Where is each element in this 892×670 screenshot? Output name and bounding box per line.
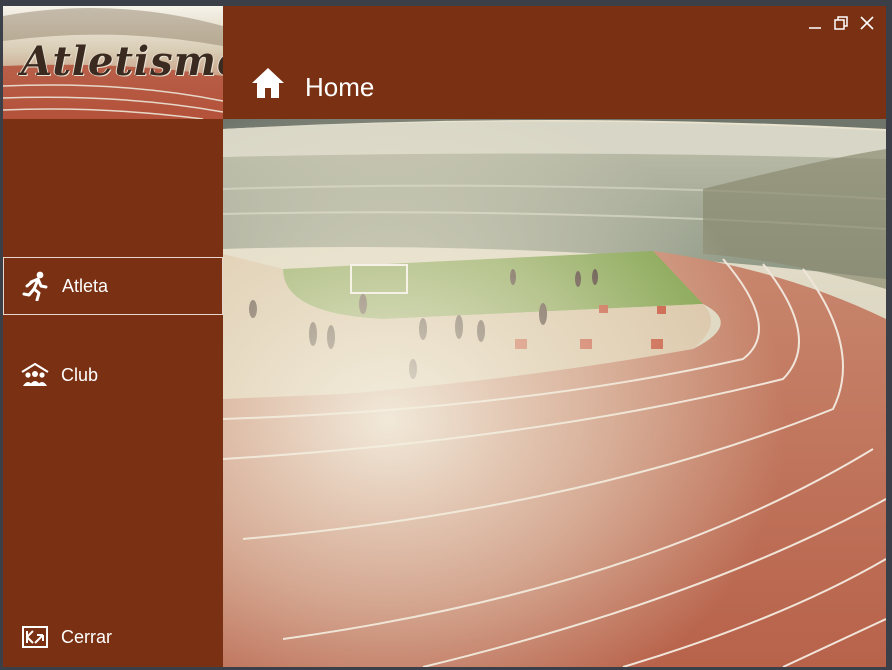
stadium-image — [223, 119, 886, 667]
window-controls — [806, 14, 876, 32]
exit-button[interactable]: Cerrar — [3, 608, 223, 666]
close-icon[interactable] — [858, 14, 876, 32]
restore-icon[interactable] — [832, 14, 850, 32]
sidebar-item-label: Club — [61, 364, 99, 385]
logo-text: Atletismo — [21, 38, 223, 85]
sidebar-item-atleta[interactable]: Atleta — [3, 257, 223, 315]
home-icon — [250, 66, 286, 100]
app-window: Atletismo Atleta Club Cerrar Home — [3, 6, 886, 667]
runner-icon — [20, 270, 52, 302]
group-icon — [19, 359, 51, 391]
sidebar-item-club[interactable]: Club — [3, 346, 223, 404]
header: Home — [223, 6, 886, 119]
exit-icon — [19, 621, 51, 653]
minimize-icon[interactable] — [806, 14, 824, 32]
page-title: Home — [305, 72, 375, 102]
sidebar: Atletismo Atleta Club Cerrar — [3, 6, 223, 667]
sidebar-item-label: Atleta — [62, 275, 109, 296]
exit-label: Cerrar — [61, 626, 113, 647]
logo: Atletismo — [3, 6, 223, 119]
